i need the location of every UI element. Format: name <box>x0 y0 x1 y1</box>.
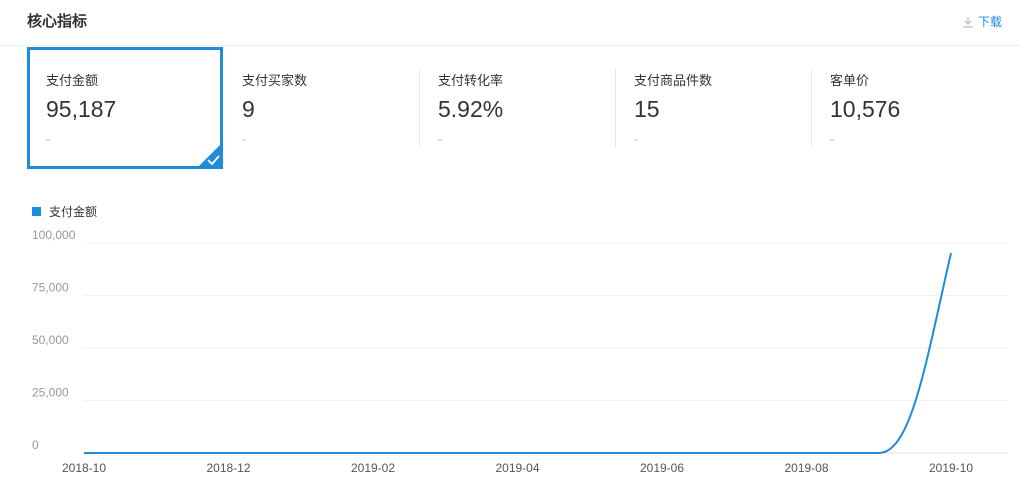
legend-label: 支付金额 <box>49 205 98 219</box>
x-tick-label: 2019-04 <box>495 461 539 475</box>
x-tick-label: 2019-10 <box>929 461 973 475</box>
metric-divider <box>811 69 812 147</box>
metric-value: 95,187 <box>46 96 117 122</box>
y-tick-label: 0 <box>32 438 39 452</box>
header: 核心指标 下载 <box>0 0 1020 46</box>
metrics-row: 支付金额 95,187 - 支付买家数 9 - 支付转化率 5.92% - 支付… <box>27 47 1020 169</box>
metric-divider <box>615 69 616 147</box>
metric-value: 15 <box>634 96 660 122</box>
line-chart: 100,000 75,000 50,000 25,000 0 2018-10 2018-12… <box>32 228 1008 475</box>
y-tick-label: 100,000 <box>32 228 76 242</box>
chart-legend: 支付金额 <box>32 203 97 220</box>
legend-swatch <box>32 207 41 216</box>
metric-value: 9 <box>242 96 255 122</box>
x-tick-label: 2018-10 <box>62 461 106 475</box>
metric-label: 支付转化率 <box>438 74 504 89</box>
metric-change: - <box>46 133 50 146</box>
metric-label: 支付商品件数 <box>634 74 713 89</box>
selected-check-icon <box>196 142 223 169</box>
metric-change: - <box>634 133 638 146</box>
page-title: 核心指标 <box>27 12 88 30</box>
metric-divider <box>419 69 420 147</box>
download-button[interactable]: 下载 <box>962 13 1002 30</box>
y-tick-label: 75,000 <box>32 281 69 295</box>
metric-label: 支付金额 <box>46 74 99 89</box>
x-tick-label: 2018-12 <box>206 461 250 475</box>
download-icon <box>962 16 974 28</box>
metric-card-avg-order-value[interactable]: 客单价 10,576 - <box>811 47 1007 169</box>
metric-card-items[interactable]: 支付商品件数 15 - <box>615 47 811 169</box>
metric-change: - <box>830 133 834 146</box>
y-tick-label: 50,000 <box>32 333 69 347</box>
metric-card-conversion-rate[interactable]: 支付转化率 5.92% - <box>419 47 615 169</box>
download-label: 下载 <box>977 15 1002 29</box>
metric-value: 10,576 <box>830 96 901 122</box>
metric-card-payment-amount[interactable]: 支付金额 95,187 - <box>27 47 223 169</box>
metric-label: 支付买家数 <box>242 74 308 89</box>
metric-value: 5.92% <box>438 96 504 122</box>
x-tick-label: 2019-06 <box>640 461 684 475</box>
x-tick-label: 2019-08 <box>784 461 828 475</box>
series-line <box>84 252 952 454</box>
metric-label: 客单价 <box>830 74 870 89</box>
metric-change: - <box>242 133 246 146</box>
metric-card-buyers[interactable]: 支付买家数 9 - <box>223 47 419 169</box>
metric-change: - <box>438 133 442 146</box>
y-tick-label: 25,000 <box>32 386 69 400</box>
x-tick-label: 2019-02 <box>351 461 395 475</box>
